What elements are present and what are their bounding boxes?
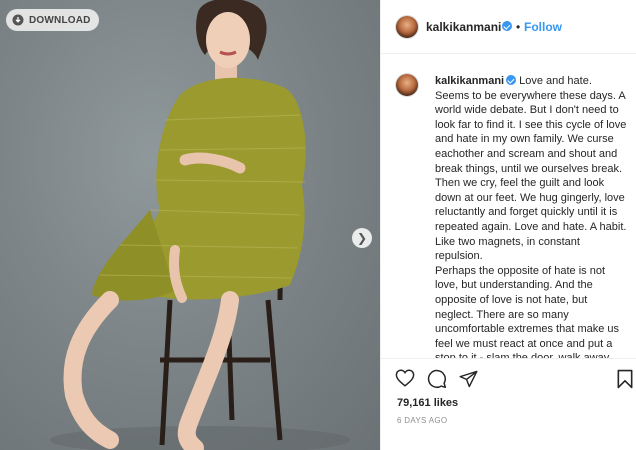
separator-dot: • xyxy=(516,20,521,34)
caption-avatar[interactable] xyxy=(396,74,418,96)
post-header: kalkikanmani • Follow xyxy=(381,0,636,54)
caption-username[interactable]: kalkikanmani xyxy=(435,75,504,87)
download-button[interactable]: DOWNLOAD xyxy=(6,9,99,31)
caption-text-block: kalkikanmani Love and hate. Seems to be e… xyxy=(435,74,628,358)
likes-count[interactable]: 79,161 likes xyxy=(397,397,458,409)
download-icon xyxy=(12,14,24,26)
bookmark-icon[interactable] xyxy=(617,369,633,389)
header-username[interactable]: kalkikanmani xyxy=(426,20,501,34)
caption-area[interactable]: kalkikanmani Love and hate. Seems to be e… xyxy=(381,54,636,358)
heart-icon[interactable] xyxy=(395,369,415,387)
comment-icon[interactable] xyxy=(427,369,447,389)
photo-illustration xyxy=(50,0,350,450)
post-photo[interactable]: DOWNLOAD ❯ xyxy=(0,0,380,450)
chevron-right-icon: ❯ xyxy=(356,231,368,245)
avatar[interactable] xyxy=(396,16,418,38)
post-details-panel: kalkikanmani • Follow kalkikanmani Love a… xyxy=(380,0,636,450)
share-icon[interactable] xyxy=(459,370,478,388)
verified-badge-icon xyxy=(502,21,512,31)
post-timestamp[interactable]: 6 DAYS AGO xyxy=(397,416,447,425)
post-actions: 79,161 likes 6 DAYS AGO xyxy=(381,358,636,450)
download-label: DOWNLOAD xyxy=(29,14,91,26)
follow-button[interactable]: Follow xyxy=(524,20,562,34)
caption-verified-badge-icon xyxy=(506,75,517,85)
caption-text: Love and hate. Seems to be everywhere th… xyxy=(435,75,627,358)
next-photo-button[interactable]: ❯ xyxy=(352,228,372,248)
